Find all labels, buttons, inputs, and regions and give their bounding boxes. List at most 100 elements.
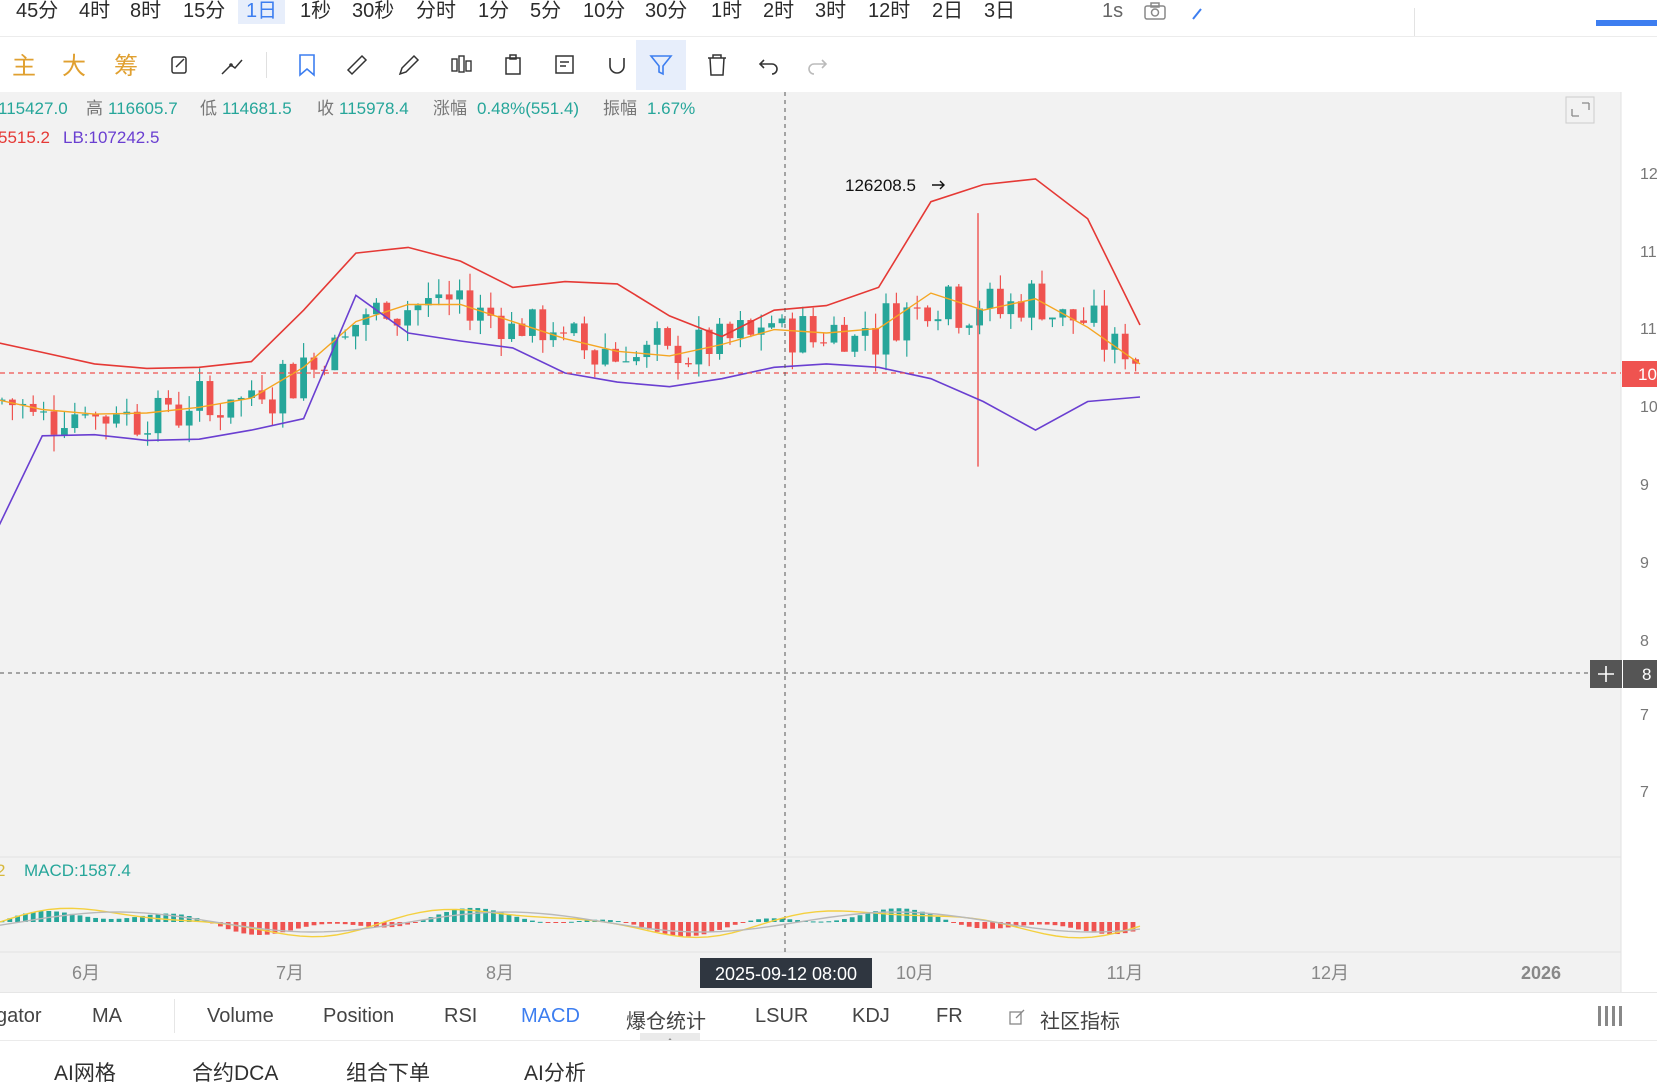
candle-body bbox=[809, 316, 817, 343]
candle-body bbox=[685, 363, 692, 365]
toolbar-text-button-1[interactable]: 大 bbox=[62, 46, 86, 81]
bottom-action-2[interactable]: 组合下单 bbox=[346, 1057, 430, 1087]
indicator-tab-macd-5[interactable]: MACD bbox=[521, 1005, 580, 1028]
candles-icon[interactable] bbox=[444, 48, 478, 82]
macd-bar bbox=[522, 918, 527, 922]
macd-bar bbox=[1068, 922, 1073, 928]
timeframe-17[interactable]: 3日 bbox=[984, 0, 1015, 24]
macd-bar bbox=[1060, 922, 1066, 927]
time-label-1: 7月 bbox=[276, 963, 304, 983]
toolbar-text-button-2[interactable]: 筹 bbox=[114, 46, 138, 81]
candle-body bbox=[768, 323, 775, 328]
candle-body bbox=[279, 363, 287, 414]
candle-body bbox=[269, 399, 276, 414]
macd-bar bbox=[569, 921, 574, 923]
macd-bar bbox=[943, 919, 949, 922]
indicator-tab-item-10[interactable]: 社区指标 bbox=[1040, 1005, 1120, 1034]
candle-body bbox=[643, 344, 651, 358]
crosshair-price-value: 8 bbox=[1642, 665, 1651, 684]
timeframe-2[interactable]: 8时 bbox=[130, 0, 161, 24]
price-chart[interactable]: 115427.0 高 116605.7 低 114681.5 收 115978.4 涨幅 0.4… bbox=[0, 92, 1657, 992]
candle-body bbox=[841, 324, 848, 352]
candle-body bbox=[456, 290, 463, 300]
timeframe-4[interactable]: 1日 bbox=[238, 0, 286, 24]
indicator-tab-lsur-7[interactable]: LSUR bbox=[755, 1005, 808, 1028]
indicator-tab-position-3[interactable]: Position bbox=[323, 1005, 394, 1028]
bottom-action-3[interactable]: AI分析 bbox=[524, 1057, 586, 1087]
high-price-marker: 126208.5 bbox=[845, 176, 916, 195]
link-icon[interactable] bbox=[1190, 4, 1204, 22]
candle-body bbox=[830, 324, 838, 343]
price-tick-6: 8 bbox=[1640, 633, 1649, 650]
undo-icon[interactable] bbox=[752, 48, 786, 82]
indicator-tab-item-6[interactable]: 爆仓统计 bbox=[626, 1005, 706, 1034]
macd-bar bbox=[101, 918, 106, 922]
macd-bar bbox=[935, 916, 941, 922]
macd-bar bbox=[662, 922, 668, 934]
indicator-tab-kdj-8[interactable]: KDJ bbox=[852, 1005, 890, 1028]
time-label-6: 2026 bbox=[1521, 963, 1561, 983]
pen-icon[interactable] bbox=[392, 48, 426, 82]
macd-bar bbox=[62, 912, 67, 922]
candle-body bbox=[154, 397, 162, 434]
indicator-tab-volume-2[interactable]: Volume bbox=[207, 1005, 274, 1028]
macd-label: MACD:1587.4 bbox=[24, 861, 131, 880]
price-tick-8: 7 bbox=[1640, 784, 1649, 801]
candle-body bbox=[102, 416, 110, 424]
timeframe-6[interactable]: 30秒 bbox=[352, 0, 394, 24]
redo-icon[interactable] bbox=[800, 48, 834, 82]
timeframe-12[interactable]: 1时 bbox=[711, 0, 742, 24]
current-price-value: 10 bbox=[1638, 365, 1657, 384]
indicator-tab-fr-9[interactable]: FR bbox=[936, 1005, 963, 1028]
note-icon[interactable] bbox=[548, 48, 582, 82]
bottom-action-1[interactable]: 合约DCA bbox=[192, 1057, 278, 1087]
edit-icon[interactable] bbox=[163, 48, 197, 82]
macd-bar bbox=[311, 922, 317, 926]
macd-bar bbox=[1091, 922, 1097, 933]
candle-body bbox=[113, 414, 120, 424]
timeframe-16[interactable]: 2日 bbox=[932, 0, 963, 24]
candle-body bbox=[570, 323, 578, 334]
macd-bar bbox=[1029, 922, 1034, 925]
timeframe-9[interactable]: 5分 bbox=[530, 0, 561, 24]
speed-label[interactable]: 1s bbox=[1102, 0, 1123, 24]
ruler-icon[interactable] bbox=[340, 48, 374, 82]
timeframe-10[interactable]: 10分 bbox=[583, 0, 625, 24]
bottom-action-0[interactable]: AI网格 bbox=[54, 1057, 116, 1087]
timeframe-11[interactable]: 30分 bbox=[645, 0, 687, 24]
indicator-tab-gator-0[interactable]: gator bbox=[0, 1005, 42, 1028]
macd-bar bbox=[1044, 922, 1050, 925]
price-tick-5: 9 bbox=[1640, 555, 1649, 572]
macd-bar bbox=[530, 920, 535, 922]
timeframe-13[interactable]: 2时 bbox=[763, 0, 794, 24]
macd-bar bbox=[631, 922, 637, 925]
toolbar-text-button-0[interactable]: 主 bbox=[12, 46, 36, 81]
macd-bar bbox=[233, 922, 239, 932]
camera-icon[interactable] bbox=[1144, 2, 1166, 20]
candle-body bbox=[893, 303, 900, 341]
draw-line-icon[interactable] bbox=[215, 48, 249, 82]
filter-icon[interactable] bbox=[636, 40, 686, 90]
candle-body bbox=[1080, 320, 1087, 323]
candle-body bbox=[986, 288, 994, 309]
timeframe-1[interactable]: 4时 bbox=[79, 0, 110, 24]
indicator-tab-ma-1[interactable]: MA bbox=[92, 1005, 122, 1028]
ohlc-low-value: 114681.5 bbox=[222, 99, 292, 118]
timeframe-0[interactable]: 45分 bbox=[16, 0, 58, 24]
timeframe-7[interactable]: 分时 bbox=[416, 0, 456, 24]
timeframe-14[interactable]: 3时 bbox=[815, 0, 846, 24]
timeframe-8[interactable]: 1分 bbox=[478, 0, 509, 24]
indicator-tab-rsi-4[interactable]: RSI bbox=[444, 1005, 477, 1028]
candle-body bbox=[1049, 317, 1056, 320]
timeframe-15[interactable]: 12时 bbox=[868, 0, 910, 24]
trash-icon[interactable] bbox=[700, 48, 734, 82]
bookmark-icon[interactable] bbox=[290, 48, 324, 82]
layout-bars-icon[interactable] bbox=[1596, 1003, 1636, 1029]
timeframe-5[interactable]: 1秒 bbox=[300, 0, 331, 24]
candle-body bbox=[820, 342, 827, 344]
magnet-icon[interactable] bbox=[600, 48, 634, 82]
candle-body bbox=[622, 361, 630, 363]
timeframe-3[interactable]: 15分 bbox=[183, 0, 225, 24]
candle-body bbox=[185, 410, 193, 426]
clipboard-icon[interactable] bbox=[496, 48, 530, 82]
